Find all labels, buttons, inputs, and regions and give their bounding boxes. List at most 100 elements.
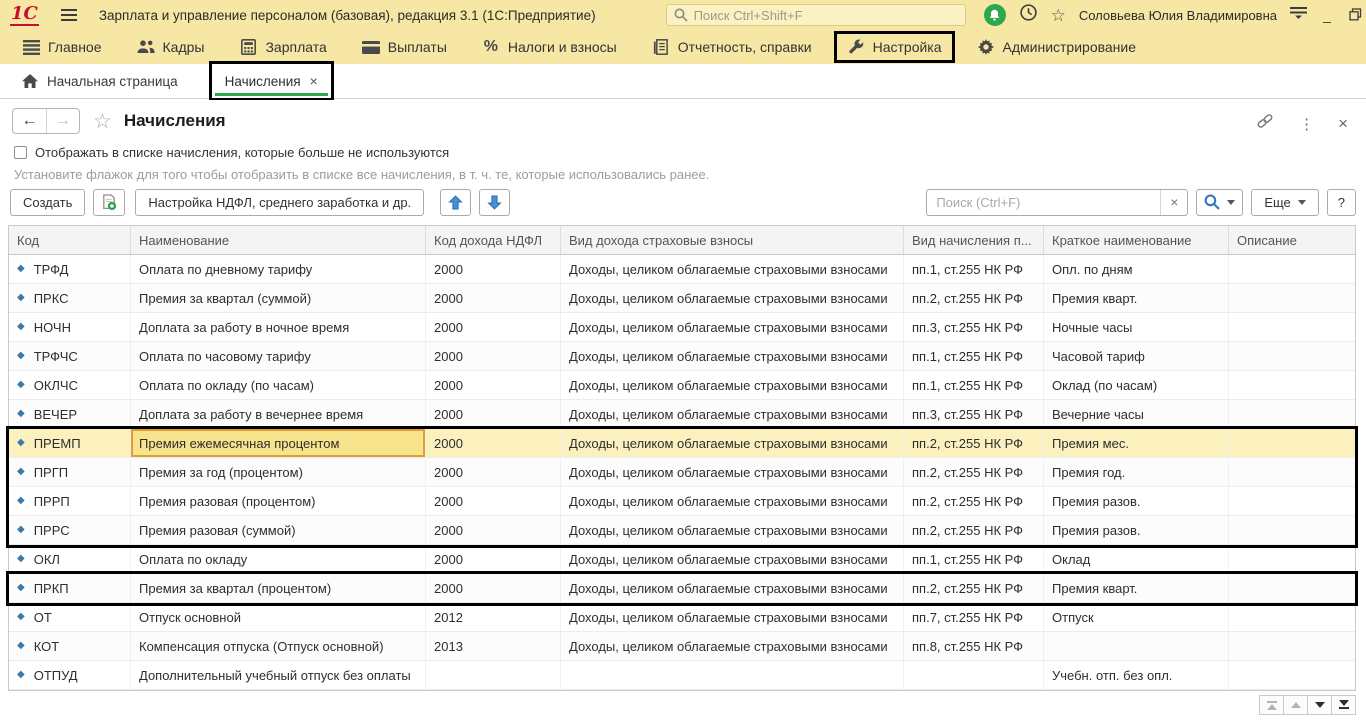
history-icon[interactable] <box>1019 3 1038 27</box>
cell-code[interactable]: ◆ОКЛЧС <box>9 371 131 399</box>
cell-accrual-kind[interactable]: пп.2, ст.255 НК РФ <box>904 487 1044 515</box>
tab-home[interactable]: Начальная страница <box>12 66 188 97</box>
cell-short-name[interactable]: Оклад (по часам) <box>1044 371 1229 399</box>
cell-ndfl-code[interactable]: 2000 <box>426 458 561 486</box>
cell-code[interactable]: ◆ТРФД <box>9 255 131 283</box>
cell-name[interactable]: Премия разовая (процентом) <box>131 487 426 515</box>
cell-name[interactable]: Доплата за работу в ночное время <box>131 313 426 341</box>
menu-item-nalogi[interactable]: % Налоги и взносы <box>472 33 627 61</box>
cell-short-name[interactable]: Премия разов. <box>1044 516 1229 544</box>
table-row[interactable]: ◆ПРКСПремия за квартал (суммой)2000Доход… <box>9 284 1355 313</box>
list-search-box[interactable]: × <box>926 189 1188 216</box>
global-search-box[interactable] <box>666 4 966 26</box>
cell-short-name[interactable]: Отпуск <box>1044 603 1229 631</box>
table-row[interactable]: ◆ТРФДОплата по дневному тарифу2000Доходы… <box>9 255 1355 284</box>
cell-accrual-kind[interactable]: пп.7, ст.255 НК РФ <box>904 603 1044 631</box>
cell-name[interactable]: Премия ежемесячная процентом <box>131 429 426 457</box>
cell-short-name[interactable]: Оклад <box>1044 545 1229 573</box>
table-row[interactable]: ◆ОКЛОплата по окладу2000Доходы, целиком … <box>9 545 1355 574</box>
cell-ndfl-code[interactable]: 2000 <box>426 400 561 428</box>
cell-name[interactable]: Оплата по дневному тарифу <box>131 255 426 283</box>
scroll-down-button[interactable] <box>1307 695 1332 715</box>
move-down-button[interactable] <box>479 189 510 216</box>
cell-description[interactable] <box>1229 574 1355 602</box>
cell-code[interactable]: ◆ОТ <box>9 603 131 631</box>
cell-insurance-kind[interactable]: Доходы, целиком облагаемые страховыми вз… <box>561 429 904 457</box>
cell-accrual-kind[interactable]: пп.2, ст.255 НК РФ <box>904 284 1044 312</box>
table-row[interactable]: ◆ПРКППремия за квартал (процентом)2000До… <box>9 574 1355 603</box>
table-row[interactable]: ◆ПРГППремия за год (процентом)2000Доходы… <box>9 458 1355 487</box>
cell-code[interactable]: ◆ПРЕМП <box>9 429 131 457</box>
cell-code[interactable]: ◆ПРГП <box>9 458 131 486</box>
restore-icon[interactable] <box>1348 8 1362 23</box>
table-row[interactable]: ◆КОТКомпенсация отпуска (Отпуск основной… <box>9 632 1355 661</box>
menu-item-nastroyka[interactable]: Настройка <box>837 34 952 60</box>
cell-accrual-kind[interactable]: пп.1, ст.255 НК РФ <box>904 255 1044 283</box>
column-header-code[interactable]: Код <box>9 226 131 254</box>
scroll-up-button[interactable] <box>1283 695 1308 715</box>
cell-insurance-kind[interactable] <box>561 661 904 689</box>
tab-close-icon[interactable]: × <box>310 74 318 88</box>
cell-accrual-kind[interactable] <box>904 661 1044 689</box>
cell-ndfl-code[interactable]: 2012 <box>426 603 561 631</box>
cell-code[interactable]: ◆ОКЛ <box>9 545 131 573</box>
cell-accrual-kind[interactable]: пп.2, ст.255 НК РФ <box>904 429 1044 457</box>
cell-name[interactable]: Премия за год (процентом) <box>131 458 426 486</box>
cell-ndfl-code[interactable]: 2000 <box>426 342 561 370</box>
cell-description[interactable] <box>1229 255 1355 283</box>
scroll-to-bottom-button[interactable] <box>1331 695 1356 715</box>
cell-insurance-kind[interactable]: Доходы, целиком облагаемые страховыми вз… <box>561 342 904 370</box>
column-header-ndfl-code[interactable]: Код дохода НДФЛ <box>426 226 561 254</box>
cell-name[interactable]: Доплата за работу в вечернее время <box>131 400 426 428</box>
clear-search-icon[interactable]: × <box>1160 190 1187 215</box>
cell-code[interactable]: ◆ПРРП <box>9 487 131 515</box>
cell-short-name[interactable]: Вечерние часы <box>1044 400 1229 428</box>
menu-item-otchetnost[interactable]: Отчетность, справки <box>642 34 822 60</box>
cell-code[interactable]: ◆КОТ <box>9 632 131 660</box>
cell-insurance-kind[interactable]: Доходы, целиком облагаемые страховыми вз… <box>561 516 904 544</box>
cell-insurance-kind[interactable]: Доходы, целиком облагаемые страховыми вз… <box>561 458 904 486</box>
cell-accrual-kind[interactable]: пп.1, ст.255 НК РФ <box>904 545 1044 573</box>
forward-button[interactable]: → <box>46 109 79 133</box>
more-actions-dots-icon[interactable]: ⋮ <box>1299 115 1314 133</box>
menu-item-zarplata[interactable]: Зарплата <box>229 34 336 60</box>
cell-code[interactable]: ◆ПРРС <box>9 516 131 544</box>
table-row[interactable]: ◆НОЧНДоплата за работу в ночное время200… <box>9 313 1355 342</box>
tab-nachisleniya[interactable]: Начисления × <box>212 64 331 98</box>
cell-ndfl-code[interactable]: 2000 <box>426 487 561 515</box>
create-button[interactable]: Создать <box>10 189 85 216</box>
cell-accrual-kind[interactable]: пп.1, ст.255 НК РФ <box>904 371 1044 399</box>
minimize-icon[interactable]: _ <box>1320 8 1334 22</box>
cell-short-name[interactable]: Учебн. отп. без опл. <box>1044 661 1229 689</box>
column-header-description[interactable]: Описание <box>1229 226 1355 254</box>
move-up-button[interactable] <box>440 189 471 216</box>
cell-ndfl-code[interactable]: 2000 <box>426 516 561 544</box>
cell-short-name[interactable]: Премия кварт. <box>1044 574 1229 602</box>
cell-insurance-kind[interactable]: Доходы, целиком облагаемые страховыми вз… <box>561 632 904 660</box>
help-button[interactable]: ? <box>1327 189 1356 216</box>
cell-description[interactable] <box>1229 342 1355 370</box>
cell-ndfl-code[interactable]: 2000 <box>426 429 561 457</box>
cell-ndfl-code[interactable]: 2000 <box>426 255 561 283</box>
user-name[interactable]: Соловьева Юлия Владимировна <box>1079 8 1277 23</box>
cell-ndfl-code[interactable] <box>426 661 561 689</box>
cell-accrual-kind[interactable]: пп.2, ст.255 НК РФ <box>904 574 1044 602</box>
show-unused-checkbox[interactable] <box>14 146 27 159</box>
cell-description[interactable] <box>1229 603 1355 631</box>
cell-description[interactable] <box>1229 429 1355 457</box>
table-row[interactable]: ◆ТРФЧСОплата по часовому тарифу2000Доход… <box>9 342 1355 371</box>
cell-description[interactable] <box>1229 400 1355 428</box>
cell-description[interactable] <box>1229 284 1355 312</box>
scroll-to-top-button[interactable] <box>1259 695 1284 715</box>
cell-insurance-kind[interactable]: Доходы, целиком облагаемые страховыми вз… <box>561 400 904 428</box>
cell-name[interactable]: Оплата по окладу <box>131 545 426 573</box>
cell-short-name[interactable]: Премия кварт. <box>1044 284 1229 312</box>
cell-insurance-kind[interactable]: Доходы, целиком облагаемые страховыми вз… <box>561 371 904 399</box>
favorites-star-icon[interactable]: ☆ <box>1051 7 1066 24</box>
cell-accrual-kind[interactable]: пп.8, ст.255 НК РФ <box>904 632 1044 660</box>
cell-name[interactable]: Премия за квартал (процентом) <box>131 574 426 602</box>
cell-ndfl-code[interactable]: 2000 <box>426 371 561 399</box>
cell-ndfl-code[interactable]: 2000 <box>426 313 561 341</box>
column-header-accrual-kind[interactable]: Вид начисления п... <box>904 226 1044 254</box>
cell-accrual-kind[interactable]: пп.3, ст.255 НК РФ <box>904 313 1044 341</box>
